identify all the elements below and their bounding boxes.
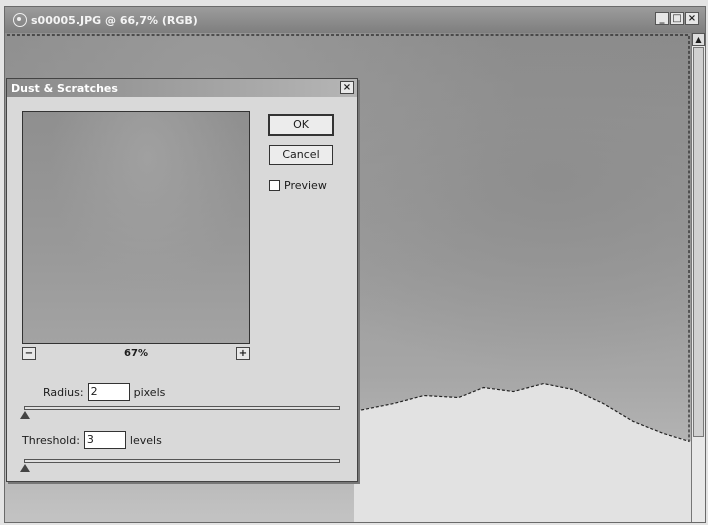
dust-scratches-dialog: Dust & Scratches × − 67% + OK Cancel Pre…: [6, 78, 358, 482]
radius-label: Radius:: [43, 385, 84, 399]
document-title: s00005.JPG @ 66,7% (RGB): [31, 13, 198, 27]
threshold-row: Threshold: 3 levels: [22, 431, 162, 449]
dialog-title: Dust & Scratches: [11, 81, 118, 95]
zoom-level: 67%: [124, 348, 148, 359]
ok-button[interactable]: OK: [269, 115, 333, 135]
preview-label: Preview: [284, 179, 327, 192]
vertical-scrollbar[interactable]: ▲: [691, 33, 705, 522]
preview-option[interactable]: Preview: [269, 179, 327, 192]
threshold-label: Threshold:: [22, 433, 80, 447]
cancel-button[interactable]: Cancel: [269, 145, 333, 165]
foreground-light-region: [353, 383, 691, 522]
radius-slider-thumb[interactable]: [20, 411, 30, 419]
radius-row: Radius: 2 pixels: [43, 383, 165, 401]
preview-checkbox[interactable]: [269, 180, 280, 191]
threshold-input[interactable]: 3: [83, 431, 126, 449]
document-titlebar[interactable]: s00005.JPG @ 66,7% (RGB) _ □ ×: [5, 7, 705, 33]
radius-input[interactable]: 2: [87, 383, 130, 401]
threshold-slider[interactable]: [20, 459, 340, 472]
threshold-slider-thumb[interactable]: [20, 464, 30, 472]
dialog-close-button[interactable]: ×: [340, 81, 354, 94]
document-icon: [13, 13, 27, 27]
scroll-thumb[interactable]: [693, 47, 704, 437]
zoom-in-button[interactable]: +: [236, 347, 250, 360]
filter-preview[interactable]: [22, 111, 250, 344]
radius-unit: pixels: [133, 385, 166, 399]
close-button[interactable]: ×: [685, 12, 699, 25]
radius-slider[interactable]: [20, 406, 340, 419]
minimize-button[interactable]: _: [655, 12, 669, 25]
threshold-unit: levels: [129, 433, 162, 447]
scroll-up-icon[interactable]: ▲: [692, 33, 705, 46]
dialog-titlebar[interactable]: Dust & Scratches ×: [7, 79, 357, 97]
window-controls: _ □ ×: [655, 12, 699, 25]
maximize-button[interactable]: □: [670, 12, 684, 25]
zoom-controls: − 67% +: [22, 347, 250, 361]
